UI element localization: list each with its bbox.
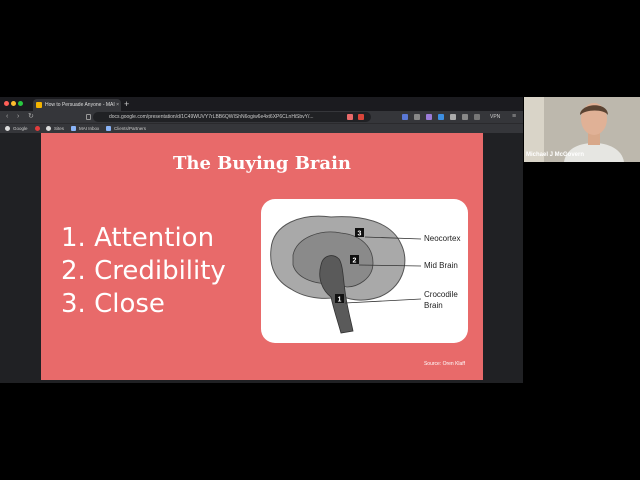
list-item-close: 3. Close bbox=[61, 289, 165, 319]
marker-1-label: 1 bbox=[338, 297, 342, 304]
reload-icon[interactable]: ↻ bbox=[28, 112, 34, 122]
brain-diagram-card: 3 2 1 Neocortex Mid Brain Crocodile Brai… bbox=[261, 199, 468, 343]
back-icon[interactable]: ‹ bbox=[6, 112, 8, 122]
bookmark-sites[interactable]: Sites bbox=[54, 124, 64, 133]
sidebar-icon[interactable] bbox=[474, 114, 480, 120]
brave-shield-icon[interactable] bbox=[347, 114, 353, 120]
crocodile-brain-label: Crocodile bbox=[424, 290, 458, 299]
maximize-window-icon[interactable] bbox=[18, 101, 23, 106]
extension-icon[interactable] bbox=[426, 114, 432, 120]
bookmark-page-icon[interactable] bbox=[86, 114, 91, 120]
rewards-icon[interactable] bbox=[358, 114, 364, 120]
folder-icon bbox=[106, 126, 111, 131]
bookmarks-bar: Google Sites MAI Inbox Clients/Partners bbox=[0, 123, 523, 133]
folder-icon bbox=[71, 126, 76, 131]
source-credit: Source: Oren Klaff bbox=[423, 361, 465, 367]
presentation-slide: The Buying Brain 1. Attention 2. Credibi… bbox=[41, 133, 483, 380]
bookmark-clients-partners[interactable]: Clients/Partners bbox=[114, 124, 146, 133]
neocortex-label: Neocortex bbox=[424, 234, 460, 243]
extension-icon[interactable] bbox=[450, 114, 456, 120]
list-item-attention: 1. Attention bbox=[61, 223, 215, 253]
url-text: docs.google.com/presentation/d/1C49WUVY7… bbox=[109, 114, 314, 120]
marker-3-label: 3 bbox=[358, 231, 362, 238]
crocodile-brain-label-line2: Brain bbox=[424, 301, 443, 310]
forward-icon[interactable]: › bbox=[17, 112, 19, 122]
extension-icon[interactable] bbox=[402, 114, 408, 120]
marker-2-label: 2 bbox=[353, 258, 357, 265]
tab-title: How to Persuade Anyone - MAI bbox=[45, 102, 115, 108]
brain-diagram: 3 2 1 Neocortex Mid Brain Crocodile Brai… bbox=[270, 215, 460, 334]
bookmark-google[interactable]: Google bbox=[13, 124, 28, 133]
vpn-button[interactable]: VPN bbox=[490, 112, 500, 122]
new-tab-button[interactable]: + bbox=[124, 98, 129, 110]
extension-icon[interactable] bbox=[414, 114, 420, 120]
close-tab-icon[interactable]: × bbox=[116, 99, 119, 111]
extension-icon[interactable] bbox=[438, 114, 444, 120]
toolbar: ‹ › ↻ docs.google.com/presentation/d/1C4… bbox=[0, 111, 523, 123]
slide-title: The Buying Brain bbox=[172, 153, 352, 174]
address-bar[interactable]: docs.google.com/presentation/d/1C49WUVY7… bbox=[93, 112, 371, 122]
browser-window: How to Persuade Anyone - MAI × + ‹ › ↻ d… bbox=[0, 97, 523, 383]
menu-icon[interactable]: ≡ bbox=[512, 112, 516, 122]
video-tile[interactable]: Michael J McGovern bbox=[524, 97, 640, 162]
bookmark-mai-inbox[interactable]: MAI Inbox bbox=[79, 124, 99, 133]
sites-icon bbox=[46, 126, 51, 131]
tab-presentation[interactable]: How to Persuade Anyone - MAI × bbox=[33, 99, 121, 111]
slides-icon bbox=[36, 102, 42, 108]
gmail-icon[interactable] bbox=[35, 126, 40, 131]
list-item-credibility: 2. Credibility bbox=[61, 256, 226, 286]
minimize-window-icon[interactable] bbox=[11, 101, 16, 106]
mid-brain-label: Mid Brain bbox=[424, 261, 458, 270]
tab-bar: How to Persuade Anyone - MAI × + bbox=[0, 97, 523, 111]
close-window-icon[interactable] bbox=[4, 101, 9, 106]
extensions-puzzle-icon[interactable] bbox=[462, 114, 468, 120]
participant-name: Michael J McGovern bbox=[526, 152, 585, 158]
google-icon bbox=[5, 126, 10, 131]
